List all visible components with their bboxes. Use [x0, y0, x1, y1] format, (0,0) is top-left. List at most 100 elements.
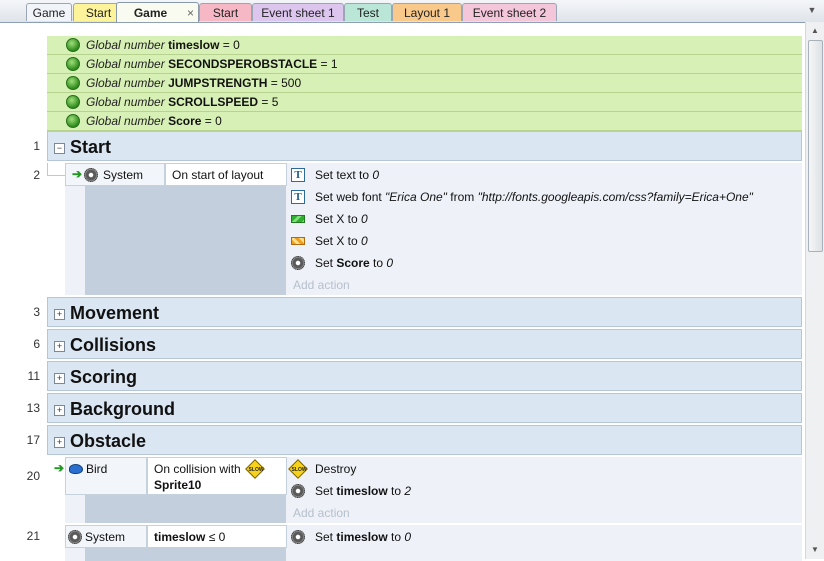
tab-start-event-sheet[interactable]: Start	[199, 3, 252, 21]
variable-name: timeslow	[168, 38, 220, 52]
row-number: 6	[33, 337, 40, 351]
action-verb: Set web font	[315, 190, 386, 204]
group-collisions[interactable]: + Collisions	[47, 329, 802, 359]
expand-toggle-icon[interactable]: +	[54, 405, 65, 416]
global-variable-row[interactable]: Global number SCROLLSPEED = 5	[47, 93, 802, 112]
gear-icon	[291, 530, 305, 544]
scroll-down-icon[interactable]: ▼	[807, 542, 823, 558]
globe-icon	[66, 57, 80, 71]
condition-area	[85, 548, 286, 561]
expand-toggle-icon[interactable]: +	[54, 309, 65, 320]
expand-toggle-icon[interactable]: +	[54, 437, 65, 448]
close-icon[interactable]: ×	[187, 3, 194, 23]
event-sheet: Global number timeslow = 0 Global number…	[0, 22, 824, 561]
scroll-up-icon[interactable]: ▲	[807, 23, 823, 39]
gear-icon	[68, 530, 82, 544]
variable-value: = 5	[261, 95, 279, 109]
tab-label: Start	[212, 6, 239, 20]
action-verb: Set	[315, 530, 337, 544]
action-param: "http://fonts.googleapis.com/css?family=…	[477, 190, 753, 204]
add-action-link[interactable]: Add action	[293, 278, 350, 292]
gear-icon	[84, 168, 98, 182]
text-icon: T	[291, 190, 305, 204]
row-number: 17	[26, 433, 40, 447]
action-verb: Set X to	[315, 234, 362, 248]
tab-list-dropdown-icon[interactable]: ▼	[806, 4, 818, 16]
condition-cell[interactable]: timeslow ≤ 0	[147, 525, 287, 548]
tiled-background-icon	[291, 215, 305, 223]
slow-sign-icon: SLOW	[245, 459, 265, 479]
expand-toggle-icon[interactable]: +	[54, 373, 65, 384]
variable-keyword: Global number	[86, 114, 165, 128]
tab-label: Game	[32, 6, 66, 20]
tiled-background-icon	[291, 237, 305, 245]
action-verb: Set	[315, 484, 337, 498]
global-variable-row[interactable]: Global number SECONDSPEROBSTACLE = 1	[47, 55, 802, 74]
event-tree-line	[47, 175, 65, 176]
scrollbar-thumb[interactable]	[808, 40, 823, 252]
collapse-toggle-icon[interactable]: −	[54, 143, 65, 154]
globe-icon	[66, 76, 80, 90]
row-number: 21	[26, 529, 40, 543]
tab-label: Event sheet 2	[472, 6, 547, 20]
condition-object-cell[interactable]: ➔ System	[65, 163, 165, 186]
group-obstacle[interactable]: + Obstacle	[47, 425, 802, 455]
condition-object-cell[interactable]: System	[65, 525, 147, 548]
globe-icon	[66, 95, 80, 109]
tab-label: Start	[85, 6, 112, 20]
tab-event-sheet-1[interactable]: Event sheet 1	[252, 3, 344, 21]
action-param: 0	[386, 256, 394, 270]
action-param: "Erica One"	[385, 190, 447, 204]
row-number: 3	[33, 305, 40, 319]
tab-event-sheet-2[interactable]: Event sheet 2	[462, 3, 557, 21]
condition-cell[interactable]: On collision with Sprite10 SLOW	[147, 457, 287, 495]
group-background[interactable]: + Background	[47, 393, 802, 423]
action-param: 0	[404, 530, 412, 544]
action-verb: Set text to	[315, 168, 373, 182]
event-tree-line	[47, 163, 48, 175]
action-verb: to	[387, 530, 405, 544]
add-action-link[interactable]: Add action	[293, 506, 350, 520]
global-variable-row[interactable]: Global number JUMPSTRENGTH = 500	[47, 74, 802, 93]
condition-area	[85, 186, 286, 295]
group-start[interactable]: − Start	[47, 131, 802, 161]
tab-label: Event sheet 1	[261, 6, 335, 20]
action-param: 0	[361, 234, 368, 248]
group-title: Background	[70, 399, 176, 419]
action-verb: Destroy	[315, 462, 357, 476]
row-number: 20	[26, 469, 40, 483]
condition-object-cell[interactable]: ➔ Bird	[54, 457, 147, 495]
variable-name: JUMPSTRENGTH	[168, 76, 268, 90]
action-verb: to	[369, 256, 387, 270]
condition-variable: timeslow	[154, 530, 206, 544]
action-param: 2	[404, 484, 412, 498]
condition-object: Sprite10	[154, 478, 202, 492]
tab-layout-1[interactable]: Layout 1	[392, 3, 462, 21]
group-movement[interactable]: + Movement	[47, 297, 802, 327]
condition-cell[interactable]: On start of layout	[165, 163, 287, 186]
event-block[interactable]: ➔ Bird On collision with Sprite10 SLOW S…	[54, 457, 802, 523]
event-block[interactable]: System timeslow ≤ 0 Set timeslow to 0	[65, 525, 802, 561]
global-variable-row[interactable]: Global number Score = 0	[47, 112, 802, 131]
vertical-scrollbar[interactable]: ▲ ▼	[805, 22, 824, 559]
action-verb: Set X to	[315, 212, 362, 226]
tab-game-event-sheet[interactable]: Game ×	[116, 2, 199, 22]
object-name: Bird	[86, 462, 108, 476]
variable-value: = 1	[320, 57, 338, 71]
row-number: 1	[33, 139, 40, 153]
group-title: Collisions	[70, 335, 157, 355]
trigger-arrow-icon: ➔	[54, 461, 65, 475]
variable-name: Score	[168, 114, 202, 128]
action-variable: Score	[336, 256, 370, 270]
text-icon: T	[291, 168, 305, 182]
event-block[interactable]: ➔ System On start of layout T Set text t…	[65, 163, 802, 295]
globe-icon	[66, 38, 80, 52]
global-variable-row[interactable]: Global number timeslow = 0	[47, 36, 802, 55]
row-number: 11	[27, 369, 40, 383]
tab-game-layout[interactable]: Game	[26, 3, 72, 21]
expand-toggle-icon[interactable]: +	[54, 341, 65, 352]
action-variable: timeslow	[336, 530, 388, 544]
action-variable: timeslow	[336, 484, 388, 498]
tab-test[interactable]: Test	[344, 3, 392, 21]
group-scoring[interactable]: + Scoring	[47, 361, 802, 391]
